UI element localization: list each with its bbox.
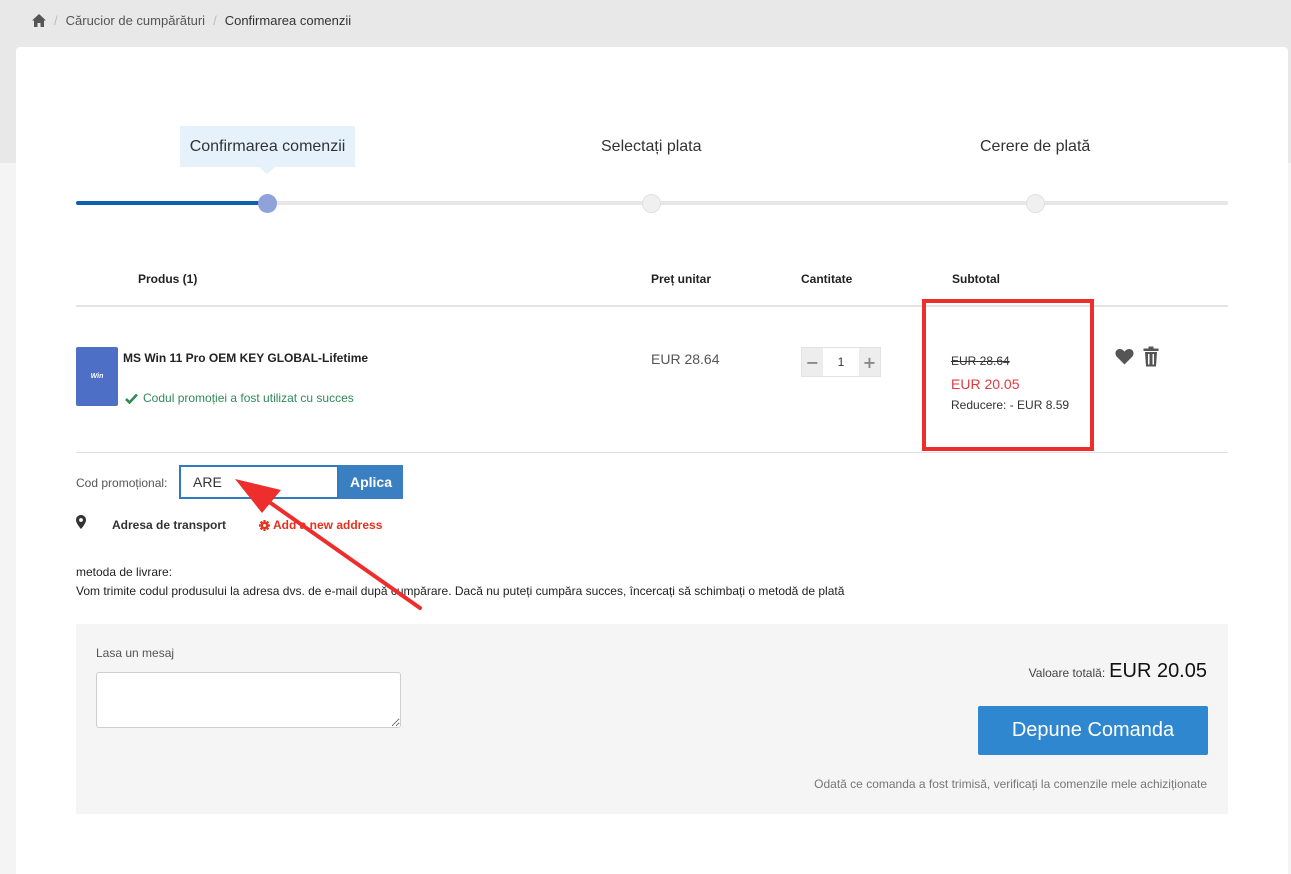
product-thumbnail[interactable]: Win bbox=[76, 347, 118, 406]
step-select-payment: Selectați plata bbox=[601, 138, 702, 155]
add-address-text: Add a new address bbox=[273, 518, 383, 532]
wishlist-button[interactable] bbox=[1115, 348, 1134, 370]
breadcrumb-separator: / bbox=[213, 12, 217, 28]
delivery-method-title: metoda de livrare: bbox=[76, 565, 173, 579]
check-icon bbox=[125, 393, 138, 404]
breadcrumb-cart[interactable]: Cărucior de cumpărături bbox=[66, 13, 205, 28]
quantity-input[interactable]: 1 bbox=[823, 348, 859, 376]
gear-icon bbox=[259, 519, 270, 531]
column-product: Produs (1) bbox=[138, 272, 198, 286]
breadcrumb-separator: / bbox=[54, 12, 58, 28]
annotation-highlight-box bbox=[922, 299, 1094, 451]
promo-code-label: Cod promoțional: bbox=[76, 476, 168, 490]
message-label: Lasa un mesaj bbox=[96, 646, 175, 660]
step-dot bbox=[642, 194, 661, 213]
trash-icon bbox=[1143, 346, 1159, 367]
order-note: Odată ce comanda a fost trimisă, verific… bbox=[814, 777, 1207, 791]
promo-success-text: Codul promoției a fost utilizat cu succe… bbox=[143, 391, 354, 405]
location-pin-icon bbox=[76, 515, 86, 534]
unit-price: EUR 28.64 bbox=[651, 351, 720, 367]
breadcrumb-home[interactable] bbox=[32, 13, 46, 27]
column-subtotal: Subtotal bbox=[952, 272, 1000, 286]
breadcrumb: / Cărucior de cumpărături / Confirmarea … bbox=[32, 11, 351, 29]
progress-fill bbox=[76, 201, 268, 205]
quantity-stepper: − 1 + bbox=[801, 347, 881, 377]
promo-code-input[interactable] bbox=[179, 465, 339, 499]
step-payment-request: Cerere de plată bbox=[980, 138, 1091, 155]
step-dot bbox=[1026, 194, 1045, 213]
step-label: Confirmarea comenzii bbox=[189, 137, 346, 155]
add-address-link[interactable]: Add a new address bbox=[259, 518, 382, 532]
column-unit-price: Preț unitar bbox=[651, 272, 712, 286]
message-textarea[interactable] bbox=[96, 672, 401, 728]
column-quantity: Cantitate bbox=[801, 272, 853, 286]
quantity-decrease-button[interactable]: − bbox=[802, 348, 823, 376]
step-dot-active bbox=[258, 194, 277, 213]
delivery-method-text: Vom trimite codul produsului la adresa d… bbox=[76, 584, 845, 598]
total-value: EUR 20.05 bbox=[1109, 660, 1207, 682]
delete-item-button[interactable] bbox=[1143, 346, 1159, 372]
heart-icon bbox=[1115, 348, 1134, 365]
total-label: Valoare totală: bbox=[1028, 666, 1106, 680]
apply-promo-button[interactable]: Aplica bbox=[339, 465, 403, 499]
quantity-increase-button[interactable]: + bbox=[859, 348, 880, 376]
product-name[interactable]: MS Win 11 Pro OEM KEY GLOBAL-Lifetime bbox=[123, 351, 368, 365]
row-divider bbox=[76, 452, 1228, 453]
step-confirm-order: Confirmarea comenzii bbox=[180, 126, 355, 174]
promo-success-message: Codul promoției a fost utilizat cu succe… bbox=[125, 391, 354, 405]
submit-order-button[interactable]: Depune Comanda bbox=[978, 706, 1208, 755]
order-total: Valoare totală: EUR 20.05 bbox=[1029, 660, 1207, 683]
home-icon bbox=[32, 13, 46, 27]
product-thumbnail-text: Win bbox=[90, 373, 104, 380]
breadcrumb-current: Confirmarea comenzii bbox=[224, 12, 352, 28]
shipping-address-label: Adresa de transport bbox=[112, 518, 227, 532]
